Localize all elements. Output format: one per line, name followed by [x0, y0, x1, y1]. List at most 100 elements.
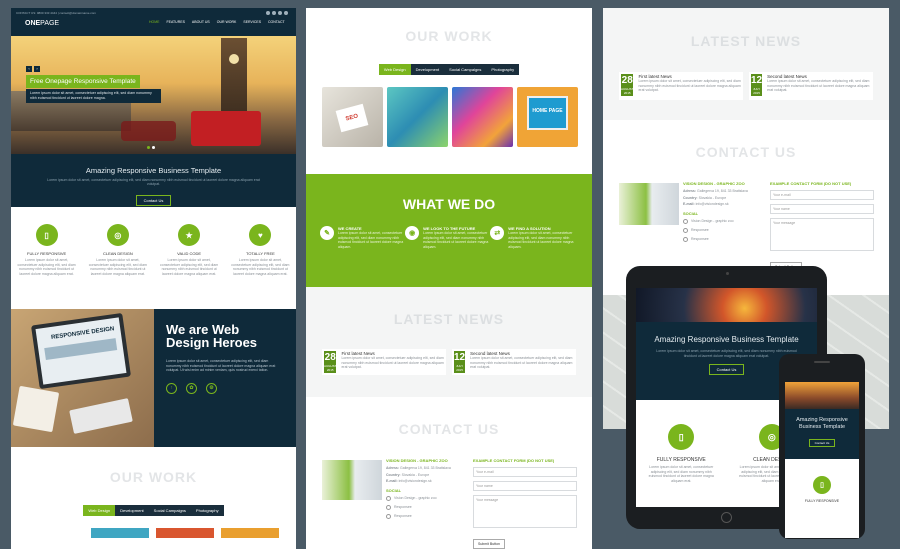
news-card[interactable]: 28 AUGUST 2015 First latest News Lorem ips… [322, 349, 446, 375]
slider-dots [147, 146, 155, 149]
shuffle-icon: ⇄ [490, 226, 505, 240]
thumbs-up-icon[interactable]: ↑ [166, 382, 177, 394]
portfolio-thumb[interactable] [156, 528, 214, 538]
features-row: ▯ FULLY RESPONSIVE Lorem ipsum dolor sit… [11, 224, 296, 278]
heroes-section: RESPONSIVE DESIGN We are Web Design Hero… [11, 309, 296, 447]
left-work-tabs: Web Design Development Social Campaigns Pho… [11, 499, 296, 517]
tab-web-design[interactable]: Web Design [83, 505, 116, 516]
logo[interactable]: ONEPAGE [25, 20, 59, 27]
keyboard-image [69, 398, 133, 434]
social-label: Vision Design - graphic zoo [394, 495, 437, 500]
news-text: Lorem ipsum dolor sit amet, consectetuer… [767, 79, 870, 92]
phone-intro: Amazing Responsive Business Template Con… [785, 409, 859, 459]
form-title: EXAMPLE CONTACT FORM (DO NOT USE) [473, 458, 555, 463]
portfolio-thumb-color[interactable] [452, 87, 513, 147]
phone-feature: ▯ FULLY RESPONSIVE [785, 459, 859, 503]
news-card[interactable]: 12 JULY 2015 Second latest News Lorem ipsu… [452, 349, 576, 375]
email-value[interactable]: info@visiondesign.sk [399, 479, 432, 483]
portfolio-thumb-seo[interactable]: SEO [322, 87, 383, 147]
facebook-icon[interactable] [266, 11, 270, 15]
news-card[interactable]: 28 AUGUST 2015 First latest News Lorem ips… [619, 72, 743, 100]
left-work-section: OUR WORK Web Design Development Social Cam… [11, 447, 296, 547]
nav-work[interactable]: OUR WORK [217, 20, 237, 24]
portfolio-thumb-leaf[interactable] [387, 87, 448, 147]
laptop-image: RESPONSIVE DESIGN [30, 312, 132, 390]
home-page-screen: HOME PAGE [527, 96, 568, 130]
form-title: EXAMPLE CONTACT FORM (DO NOT USE) [770, 181, 852, 186]
work-title: OUR WORK [405, 28, 493, 44]
instagram-icon[interactable] [284, 11, 288, 15]
nav-contact[interactable]: CONTACT [268, 20, 285, 24]
google-plus-icon[interactable] [278, 11, 282, 15]
news-card[interactable]: 12 JULY 2015 Second latest News Lorem ipsu… [749, 72, 873, 100]
service-item: ✎ WE CREATE Lorem ipsum dolor sit amet, c… [320, 226, 405, 249]
tab-web-design[interactable]: Web Design [378, 64, 411, 75]
heroes-title: We are Web Design Heroes [166, 322, 258, 350]
slider-dot[interactable] [152, 146, 155, 149]
message-field[interactable]: Your message [473, 495, 577, 528]
tab-photography[interactable]: Photography [190, 505, 224, 516]
tab-development[interactable]: Development [115, 505, 149, 516]
arrow-left-icon[interactable]: ‹ [26, 66, 32, 72]
nav-home[interactable]: HOME [149, 20, 160, 24]
country-value: Slovakia - Europe [401, 472, 430, 477]
tablet-contact-button[interactable]: Contact Us [708, 364, 745, 375]
address-label: Adress: [386, 466, 400, 470]
contact-title: CONTACT US [398, 421, 500, 437]
address-value: Gallegerva 19, 841 33 Bratislava [400, 466, 451, 470]
heroes-text-panel: We are Web Design Heroes Lorem ipsum dol… [154, 309, 296, 447]
screen-wireframe [44, 338, 118, 360]
nav-services[interactable]: SERVICES [243, 20, 261, 24]
band-title: Amazing Responsive Business Template [85, 166, 222, 175]
right-news-title: LATEST NEWS [690, 33, 802, 49]
office-image [619, 183, 679, 225]
car-image [121, 121, 176, 141]
leaf-icon[interactable]: ✿ [186, 382, 197, 394]
twitter-icon[interactable] [272, 11, 276, 15]
tab-development[interactable]: Development [410, 64, 445, 75]
logo-part-two: PAGE [40, 20, 60, 27]
google-plus-icon [386, 513, 391, 519]
portfolio-thumb[interactable] [221, 528, 279, 538]
service-text: Lorem ipsum dolor sit amet, consectetuer… [423, 231, 489, 249]
portfolio-thumb[interactable] [91, 528, 149, 538]
tab-photography[interactable]: Photography [486, 64, 520, 75]
social-link[interactable]: Responsee [386, 513, 470, 519]
nav-about[interactable]: ABOUT US [192, 20, 210, 24]
compass-icon: ✎ [320, 226, 334, 240]
name-field[interactable]: Your name [770, 204, 874, 214]
nav-features[interactable]: FEATURES [167, 20, 185, 24]
news-day: 12 [454, 352, 466, 363]
portfolio-thumb-home[interactable]: HOME PAGE [517, 87, 578, 147]
left-work-title: OUR WORK [109, 469, 198, 485]
email-field[interactable]: Your e-mail [770, 190, 874, 200]
contact-button[interactable]: Contact Us [135, 195, 172, 206]
middle-page-preview: OUR WORK Web Design Development Social Cam… [306, 8, 592, 549]
name-field[interactable]: Your name [473, 481, 577, 491]
social-link[interactable]: Vision Design - graphic zoo [386, 495, 470, 501]
social-heading: SOCIAL [386, 487, 402, 493]
social-link[interactable]: Responsee [683, 236, 767, 242]
submit-button[interactable]: Submit Button [473, 539, 505, 549]
news-date: 28 AUGUST 2015 [621, 74, 634, 96]
message-field[interactable]: Your message [770, 218, 874, 251]
office-image [322, 460, 382, 500]
arrow-right-icon[interactable]: › [34, 66, 40, 72]
email-field[interactable]: Your e-mail [473, 467, 577, 477]
slider-dot[interactable] [147, 146, 150, 149]
social-link[interactable]: Responsee [683, 227, 767, 233]
slider-text: Lorem ipsum dolor sit amet, consectetuer… [26, 89, 161, 103]
contact-info: VISION DESIGN - GRAPHIC ZOO Adress: Gall… [386, 458, 470, 519]
social-link[interactable]: Vision Design - graphic zoo [683, 218, 767, 224]
service-text: Lorem ipsum dolor sit amet, consectetuer… [338, 231, 404, 249]
eye-icon: ◉ [405, 226, 420, 240]
social-link[interactable]: Responsee [386, 504, 470, 510]
tab-social[interactable]: Social Campaigns [148, 505, 191, 516]
tab-social[interactable]: Social Campaigns [444, 64, 487, 75]
tablet-home-button[interactable] [721, 512, 732, 523]
mobile-icon: ▯ [35, 224, 58, 246]
phone-contact-button[interactable]: Contact Us [808, 439, 836, 447]
news-month: JULY 2015 [456, 364, 464, 372]
settings-icon[interactable]: ⚙ [206, 382, 217, 394]
email-value[interactable]: info@visiondesign.sk [696, 202, 729, 206]
